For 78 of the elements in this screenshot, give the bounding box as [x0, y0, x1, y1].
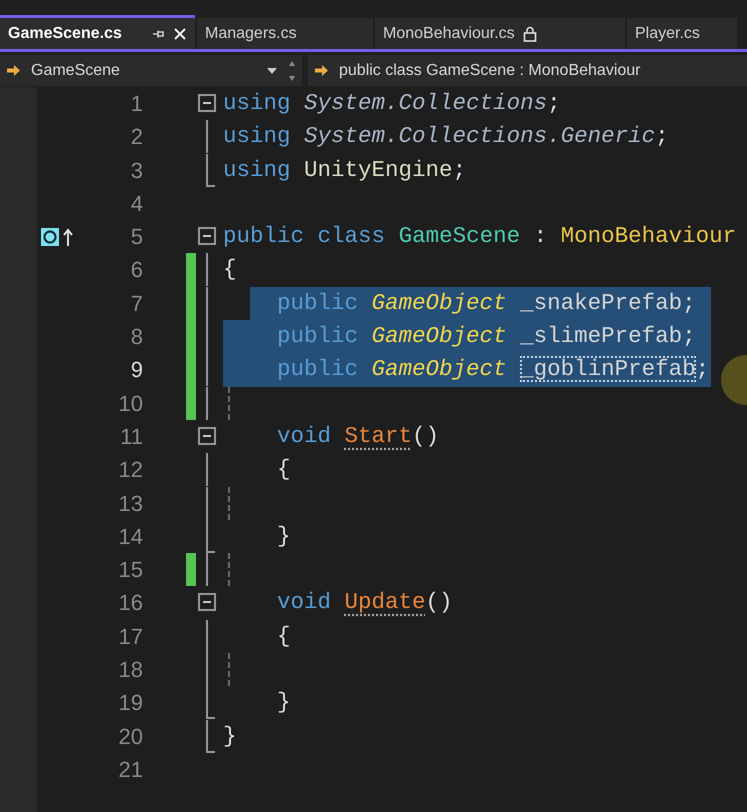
- keyword: public: [223, 223, 304, 250]
- keyword: public: [277, 323, 358, 350]
- punctuation: (): [426, 589, 453, 616]
- fold-toggle-icon[interactable]: [198, 426, 216, 445]
- line-number: 9: [130, 356, 143, 384]
- editor-tab[interactable]: Player.cs: [627, 18, 737, 49]
- line-number: 7: [130, 290, 143, 318]
- punctuation: }: [277, 689, 291, 716]
- field-name: _slimePrefab: [520, 323, 682, 350]
- line-number: 1: [130, 90, 143, 118]
- punctuation: {: [277, 622, 291, 649]
- line-number: 8: [130, 323, 143, 352]
- line-number: 16: [118, 589, 143, 618]
- line-number: 20: [118, 722, 143, 751]
- line-number: 12: [118, 456, 143, 484]
- keyword: public: [277, 356, 358, 382]
- line-number: 4: [130, 190, 143, 218]
- field-name: _snakePrefab: [520, 290, 682, 316]
- punctuation: ;: [696, 356, 710, 382]
- punctuation: }: [223, 722, 237, 749]
- type-name: GameObject: [372, 290, 507, 316]
- type-name: GameObject: [372, 356, 507, 382]
- punctuation: ;: [547, 90, 561, 116]
- punctuation: {: [277, 456, 291, 482]
- type-dropdown[interactable]: GameScene: [0, 55, 302, 86]
- fold-toggle-icon[interactable]: [198, 593, 216, 612]
- close-icon[interactable]: [173, 26, 187, 40]
- line-number: 13: [118, 490, 143, 518]
- class-name: MonoBehaviour: [560, 223, 736, 250]
- punctuation: (): [412, 422, 440, 449]
- line-number: 10: [118, 390, 143, 418]
- lock-icon: [522, 26, 537, 42]
- line-number: 14: [118, 522, 143, 551]
- line-number: 11: [119, 422, 143, 451]
- arrow-icon: [314, 63, 329, 78]
- method-name: Start: [344, 422, 412, 449]
- keyword: public: [277, 290, 358, 316]
- keyword: void: [277, 589, 332, 616]
- punctuation: ;: [655, 123, 669, 150]
- line-number: 18: [118, 656, 143, 684]
- editor-tab[interactable]: GameScene.cs: [0, 15, 195, 49]
- keyword: using: [223, 156, 291, 183]
- type-name: GameObject: [372, 323, 507, 350]
- namespace-name: System.Collections.Generic: [304, 123, 656, 150]
- field-name: _goblinPrefab: [520, 356, 696, 382]
- keyword: using: [223, 90, 291, 116]
- line-number: 15: [118, 556, 143, 584]
- punctuation: }: [277, 522, 291, 549]
- keyword: using: [223, 123, 291, 150]
- member-dropdown[interactable]: public class GameScene : MonoBehaviour: [308, 55, 747, 86]
- editor-tab[interactable]: Managers.cs: [197, 18, 373, 49]
- line-number: 3: [130, 156, 143, 185]
- editor-tab[interactable]: MonoBehaviour.cs: [375, 18, 625, 49]
- caret-icon: [266, 66, 278, 74]
- operator: :: [534, 223, 548, 250]
- fold-toggle-icon[interactable]: [198, 227, 216, 246]
- line-number: 6: [130, 256, 143, 284]
- line-number: 21: [118, 756, 143, 784]
- method-name: Update: [344, 589, 426, 616]
- pointer-highlight: [721, 355, 747, 405]
- punctuation: ;: [682, 290, 696, 316]
- punctuation: ;: [452, 156, 466, 183]
- line-number: 2: [130, 123, 143, 152]
- line-number: 19: [118, 689, 143, 718]
- fold-toggle-icon[interactable]: [198, 94, 216, 112]
- keyword: class: [318, 223, 386, 250]
- punctuation: {: [223, 256, 237, 282]
- keyword: void: [277, 422, 332, 449]
- outline-line: [206, 720, 215, 753]
- line-number: 17: [118, 622, 143, 651]
- punctuation: ;: [682, 323, 696, 350]
- arrow-icon: [6, 63, 21, 78]
- line-number: 5: [130, 223, 143, 252]
- dropdown-text: public class GameScene : MonoBehaviour: [339, 60, 640, 80]
- dropdown-text: GameScene: [31, 60, 120, 80]
- namespace-name: UnityEngine: [304, 156, 453, 183]
- namespace-name: System.Collections: [304, 90, 548, 116]
- class-name: GameScene: [398, 223, 520, 250]
